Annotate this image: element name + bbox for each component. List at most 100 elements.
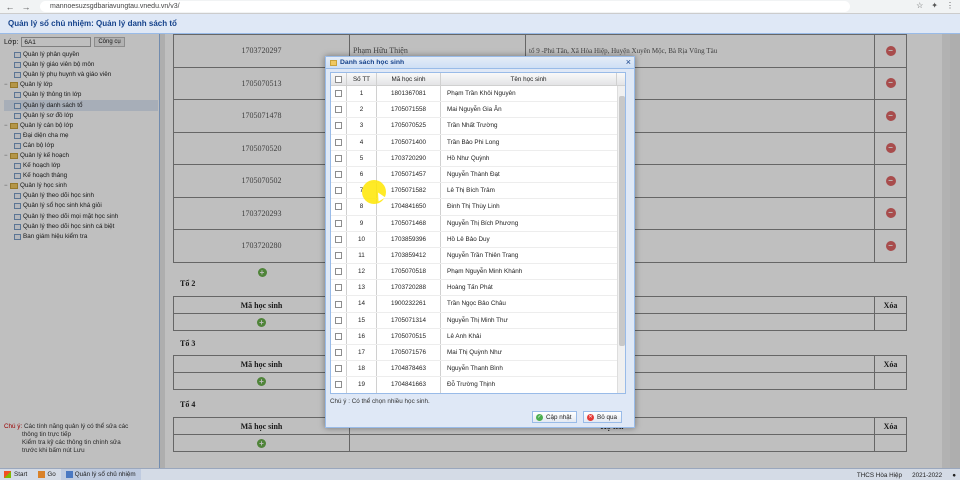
student-name-cell: Nguyễn Thị Bích Phương xyxy=(441,215,625,231)
address-bar[interactable]: mannoesuzsgdbariavungtau.vnedu.vn/v3/ xyxy=(40,1,850,12)
dialog-header: Danh sách học sinh × xyxy=(326,57,634,69)
update-button[interactable]: ✓ Cập nhật xyxy=(532,411,577,423)
select-all-checkbox[interactable] xyxy=(335,75,342,83)
stt-cell: 18 xyxy=(347,361,377,377)
col-ten-header[interactable]: Tên học sinh xyxy=(441,73,617,85)
row-checkbox[interactable] xyxy=(335,365,342,373)
student-row[interactable]: 10 1703859396 Hồ Lê Bảo Duy xyxy=(331,231,625,248)
student-row[interactable]: 13 1703720288 Hoàng Tấn Phát xyxy=(331,280,625,297)
student-name-cell: Lê Anh Khải xyxy=(441,328,625,344)
student-code-cell: 1900232261 xyxy=(377,296,441,312)
row-checkbox[interactable] xyxy=(335,381,342,389)
student-name-cell: Đinh Thị Thùy Linh xyxy=(441,199,625,215)
student-name-cell: Mai Thị Quỳnh Như xyxy=(441,345,625,361)
student-row[interactable]: 16 1705070515 Lê Anh Khải xyxy=(331,328,625,345)
row-checkbox[interactable] xyxy=(335,300,342,308)
select-cell xyxy=(331,118,347,134)
student-row[interactable]: 11 1703859412 Nguyễn Trần Thiên Trang xyxy=(331,247,625,265)
stt-cell: 3 xyxy=(347,118,377,134)
select-cell xyxy=(331,102,347,118)
student-name-cell: Trần Nhất Trường xyxy=(441,118,625,134)
student-code-cell: 1704841650 xyxy=(377,199,441,215)
student-row[interactable]: 9 1705071468 Nguyễn Thị Bích Phương xyxy=(331,215,625,232)
student-name-cell: Phạm Nguyễn Minh Khánh xyxy=(441,264,625,280)
student-row[interactable]: 14 1900232261 Trần Ngọc Bảo Châu xyxy=(331,296,625,313)
student-row[interactable]: 15 1705071314 Nguyễn Thị Minh Thư xyxy=(331,312,625,329)
close-icon[interactable]: × xyxy=(626,57,631,67)
stt-cell: 14 xyxy=(347,296,377,312)
student-name-cell: Mai Nguyễn Gia Ân xyxy=(441,102,625,118)
cancel-button[interactable]: ✕ Bỏ qua xyxy=(583,411,622,423)
grid-scrollbar-thumb[interactable] xyxy=(619,96,625,346)
row-checkbox[interactable] xyxy=(335,284,342,292)
check-icon: ✓ xyxy=(536,413,543,421)
select-cell xyxy=(331,296,347,312)
select-cell xyxy=(331,215,347,231)
col-stt-header[interactable]: Số TT xyxy=(347,73,377,85)
row-checkbox[interactable] xyxy=(335,219,342,227)
start-button[interactable]: Start xyxy=(0,469,33,480)
select-cell xyxy=(331,86,347,102)
grid-body: 1 1801367081 Phạm Trần Khôi Nguyên 2 1705071… xyxy=(331,86,625,393)
row-checkbox[interactable] xyxy=(335,122,342,130)
stt-cell: 19 xyxy=(347,377,377,393)
bookmark-star-icon[interactable]: ☆ xyxy=(916,1,923,10)
taskbar-year[interactable]: 2021-2022 xyxy=(912,472,942,479)
taskbar-go[interactable]: Go xyxy=(33,469,60,480)
student-name-cell: Nguyễn Thành Đạt xyxy=(441,166,625,183)
menu-icon[interactable]: ⋮ xyxy=(946,1,954,10)
row-checkbox[interactable] xyxy=(335,154,342,162)
stt-cell: 16 xyxy=(347,328,377,344)
stt-cell: 12 xyxy=(347,264,377,280)
select-cell xyxy=(331,361,347,377)
student-row[interactable]: 17 1705071576 Mai Thị Quỳnh Như xyxy=(331,345,625,362)
row-checkbox[interactable] xyxy=(335,203,342,211)
student-code-cell: 1705070525 xyxy=(377,118,441,134)
student-name-cell: Trần Bảo Phi Long xyxy=(441,134,625,150)
student-row[interactable]: 5 1703720290 Hồ Như Quỳnh xyxy=(331,150,625,167)
row-checkbox[interactable] xyxy=(335,171,342,179)
extensions-icon[interactable]: ✦ xyxy=(931,1,938,10)
col-ma-header[interactable]: Mã học sinh xyxy=(377,73,441,85)
grid-scrollbar[interactable] xyxy=(617,86,625,393)
row-checkbox[interactable] xyxy=(335,316,342,324)
row-checkbox[interactable] xyxy=(335,251,342,259)
student-name-cell: Hồ Như Quỳnh xyxy=(441,150,625,166)
row-checkbox[interactable] xyxy=(335,106,342,114)
back-icon[interactable]: ← xyxy=(4,1,16,13)
start-label: Start xyxy=(14,471,28,478)
app-header: Quản lý sổ chủ nhiệm: Quản lý danh sách … xyxy=(0,14,960,34)
taskbar-app[interactable]: Quản lý sổ chủ nhiệm xyxy=(60,468,141,480)
row-checkbox[interactable] xyxy=(335,332,342,340)
student-row[interactable]: 3 1705070525 Trần Nhất Trường xyxy=(331,118,625,135)
student-row[interactable]: 12 1705070518 Phạm Nguyễn Minh Khánh xyxy=(331,264,625,281)
row-checkbox[interactable] xyxy=(335,235,342,243)
student-code-cell: 1704878463 xyxy=(377,361,441,377)
select-cell xyxy=(331,264,347,280)
student-code-cell: 1703720290 xyxy=(377,150,441,166)
student-row[interactable]: 4 1705071400 Trần Bảo Phi Long xyxy=(331,134,625,151)
stt-cell: 13 xyxy=(347,280,377,296)
row-checkbox[interactable] xyxy=(335,268,342,276)
row-checkbox[interactable] xyxy=(335,349,342,357)
row-checkbox[interactable] xyxy=(335,138,342,146)
taskbar: Start Go Quản lý sổ chủ nhiệm THCS Hòa H… xyxy=(0,468,960,480)
student-code-cell: 1705071576 xyxy=(377,345,441,361)
stt-cell: 4 xyxy=(347,134,377,150)
student-code-cell: 1705071582 xyxy=(377,183,441,199)
select-cell xyxy=(331,231,347,247)
select-cell xyxy=(331,166,347,183)
user-icon[interactable]: ● xyxy=(952,472,956,479)
student-row[interactable]: 2 1705071558 Mai Nguyễn Gia Ân xyxy=(331,102,625,119)
student-code-cell: 1801367081 xyxy=(377,86,441,102)
student-row[interactable]: 18 1704878463 Nguyễn Thanh Bình xyxy=(331,361,625,378)
select-cell xyxy=(331,199,347,215)
student-code-cell: 1705071400 xyxy=(377,134,441,150)
row-checkbox[interactable] xyxy=(335,90,342,98)
forward-icon[interactable]: → xyxy=(20,1,32,13)
student-row[interactable]: 1 1801367081 Phạm Trần Khôi Nguyên xyxy=(331,86,625,103)
row-checkbox[interactable] xyxy=(335,187,342,195)
stt-cell: 1 xyxy=(347,86,377,102)
student-row[interactable]: 19 1704841663 Đỗ Trường Thịnh xyxy=(331,377,625,393)
cancel-icon: ✕ xyxy=(587,413,594,421)
